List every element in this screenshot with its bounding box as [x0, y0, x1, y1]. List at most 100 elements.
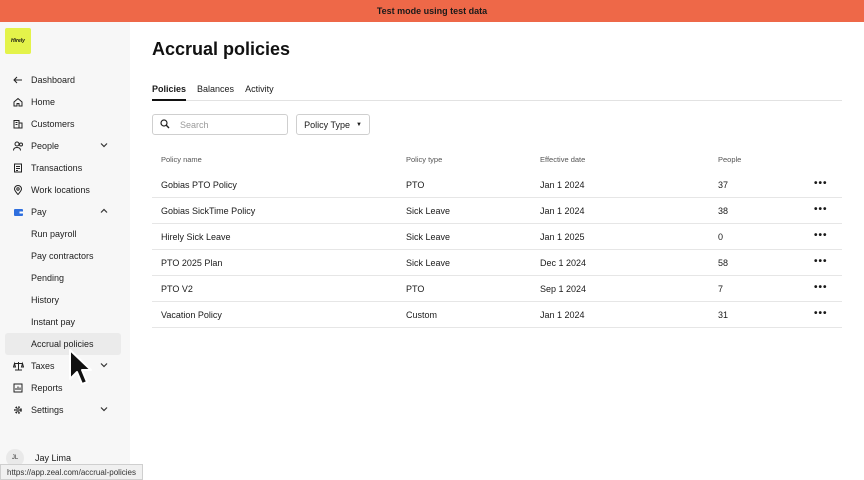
table-row[interactable]: Hirely Sick Leave Sick Leave Jan 1 2025 …: [152, 224, 842, 250]
tab-balances[interactable]: Balances: [197, 81, 234, 101]
main-content: Accrual policies Policies Balances Activ…: [130, 22, 864, 480]
sidebar-item-pay[interactable]: Pay: [5, 201, 121, 223]
more-options-icon[interactable]: •••: [814, 204, 828, 215]
receipt-icon: [12, 162, 24, 174]
mouse-pointer-icon: [69, 349, 92, 385]
effective-date: Jan 1 2024: [540, 179, 585, 190]
sidebar-item-customers[interactable]: Customers: [5, 113, 121, 135]
more-options-icon[interactable]: •••: [814, 230, 828, 241]
hirely-logo[interactable]: Hirely: [5, 28, 31, 54]
tab-activity[interactable]: Activity: [245, 81, 274, 101]
column-header-policy-type[interactable]: Policy type: [406, 155, 442, 164]
status-url: https://app.zeal.com/accrual-policies: [7, 467, 136, 477]
sidebar-item-work-locations[interactable]: Work locations: [5, 179, 121, 201]
more-options-icon[interactable]: •••: [814, 178, 828, 189]
policy-type: Sick Leave: [406, 231, 451, 242]
column-header-policy-name[interactable]: Policy name: [161, 155, 202, 164]
more-options-icon[interactable]: •••: [814, 308, 828, 319]
search-input[interactable]: [180, 119, 280, 130]
chevron-down-icon[interactable]: [99, 360, 109, 370]
policy-name: Gobias SickTime Policy: [161, 205, 256, 216]
chevron-down-icon[interactable]: [99, 404, 109, 414]
sidebar-item-label: Transactions: [31, 163, 83, 173]
column-header-people[interactable]: People: [718, 155, 741, 164]
sidebar-item-label: Taxes: [31, 361, 55, 371]
home-icon: [12, 96, 24, 108]
sidebar-item-settings[interactable]: Settings: [5, 399, 121, 421]
sidebar-item-label: Customers: [31, 119, 75, 129]
caret-down-icon: ▼: [355, 121, 362, 128]
tab-bar: Policies Balances Activity: [152, 81, 842, 101]
sidebar-item-label: Pending: [31, 273, 65, 283]
sidebar-item-history[interactable]: History: [5, 289, 121, 311]
people-count: 7: [718, 283, 724, 294]
chevron-down-icon[interactable]: [99, 140, 109, 150]
search-box[interactable]: [152, 114, 288, 135]
report-chart-icon: [12, 382, 24, 394]
sidebar-item-pending[interactable]: Pending: [5, 267, 121, 289]
table-row[interactable]: PTO V2 PTO Sep 1 2024 7 •••: [152, 276, 842, 302]
people-count: 38: [718, 205, 729, 216]
sidebar-item-people[interactable]: People: [5, 135, 121, 157]
test-mode-banner-text: Test mode using test data: [376, 6, 488, 16]
policy-name: PTO 2025 Plan: [161, 257, 223, 268]
sidebar-nav: Dashboard Home Customers People Transact…: [5, 69, 121, 421]
sidebar-item-home[interactable]: Home: [5, 91, 121, 113]
sidebar-item-label: Pay contractors: [31, 251, 94, 261]
column-header-effective-date[interactable]: Effective date: [540, 155, 585, 164]
sidebar-item-label: Settings: [31, 405, 64, 415]
more-options-icon[interactable]: •••: [814, 282, 828, 293]
sidebar-item-label: Dashboard: [31, 75, 76, 85]
table-row[interactable]: PTO 2025 Plan Sick Leave Dec 1 2024 58 •…: [152, 250, 842, 276]
chevron-up-icon[interactable]: [99, 206, 109, 216]
policy-type-filter-label: Policy Type: [304, 119, 350, 130]
sidebar-item-reports[interactable]: Reports: [5, 377, 121, 399]
effective-date: Dec 1 2024: [540, 257, 587, 268]
table-row[interactable]: Gobias SickTime Policy Sick Leave Jan 1 …: [152, 198, 842, 224]
sidebar-item-label: Home: [31, 97, 56, 107]
sidebar-item-accrual-policies[interactable]: Accrual policies: [5, 333, 121, 355]
effective-date: Sep 1 2024: [540, 283, 587, 294]
sidebar-item-label: People: [31, 141, 60, 151]
gear-icon: [12, 404, 24, 416]
effective-date: Jan 1 2025: [540, 231, 585, 242]
policies-table: Policy name Policy type Effective date P…: [152, 146, 842, 328]
sidebar-item-taxes[interactable]: Taxes: [5, 355, 121, 377]
effective-date: Jan 1 2024: [540, 309, 585, 320]
sidebar-item-label: Run payroll: [31, 229, 77, 239]
sidebar-item-label: Pay: [31, 207, 47, 217]
scale-icon: [12, 360, 24, 372]
more-options-icon[interactable]: •••: [814, 256, 828, 267]
sidebar: Hirely Dashboard Home Customers People T…: [0, 22, 130, 480]
link-status-bar: https://app.zeal.com/accrual-policies: [0, 464, 143, 480]
policy-type-filter[interactable]: Policy Type ▼: [296, 114, 370, 135]
policy-type: Custom: [406, 309, 438, 320]
policy-name: PTO V2: [161, 283, 193, 294]
policy-type: PTO: [406, 283, 425, 294]
policy-type: Sick Leave: [406, 205, 451, 216]
test-mode-banner: Test mode using test data: [0, 0, 864, 22]
sidebar-item-pay-contractors[interactable]: Pay contractors: [5, 245, 121, 267]
sidebar-item-dashboard[interactable]: Dashboard: [5, 69, 121, 91]
page-title: Accrual policies: [152, 39, 291, 59]
user-name: Jay Lima: [35, 453, 72, 463]
policy-name: Gobias PTO Policy: [161, 179, 237, 190]
people-count: 37: [718, 179, 729, 190]
wallet-icon: [12, 206, 24, 218]
sidebar-item-label: Work locations: [31, 185, 90, 195]
people-count: 58: [718, 257, 729, 268]
sidebar-item-transactions[interactable]: Transactions: [5, 157, 121, 179]
sidebar-item-run-payroll[interactable]: Run payroll: [5, 223, 121, 245]
sidebar-item-instant-pay[interactable]: Instant pay: [5, 311, 121, 333]
tab-policies[interactable]: Policies: [152, 81, 187, 101]
effective-date: Jan 1 2024: [540, 205, 585, 216]
table-row[interactable]: Gobias PTO Policy PTO Jan 1 2024 37 •••: [152, 172, 842, 198]
people-icon: [12, 140, 24, 152]
policy-type: PTO: [406, 179, 425, 190]
table-row[interactable]: Vacation Policy Custom Jan 1 2024 31 •••: [152, 302, 842, 328]
arrow-left-icon: [12, 74, 24, 86]
location-pin-icon: [12, 184, 24, 196]
building-icon: [12, 118, 24, 130]
sidebar-item-label: History: [31, 295, 60, 305]
policy-name: Hirely Sick Leave: [161, 231, 231, 242]
